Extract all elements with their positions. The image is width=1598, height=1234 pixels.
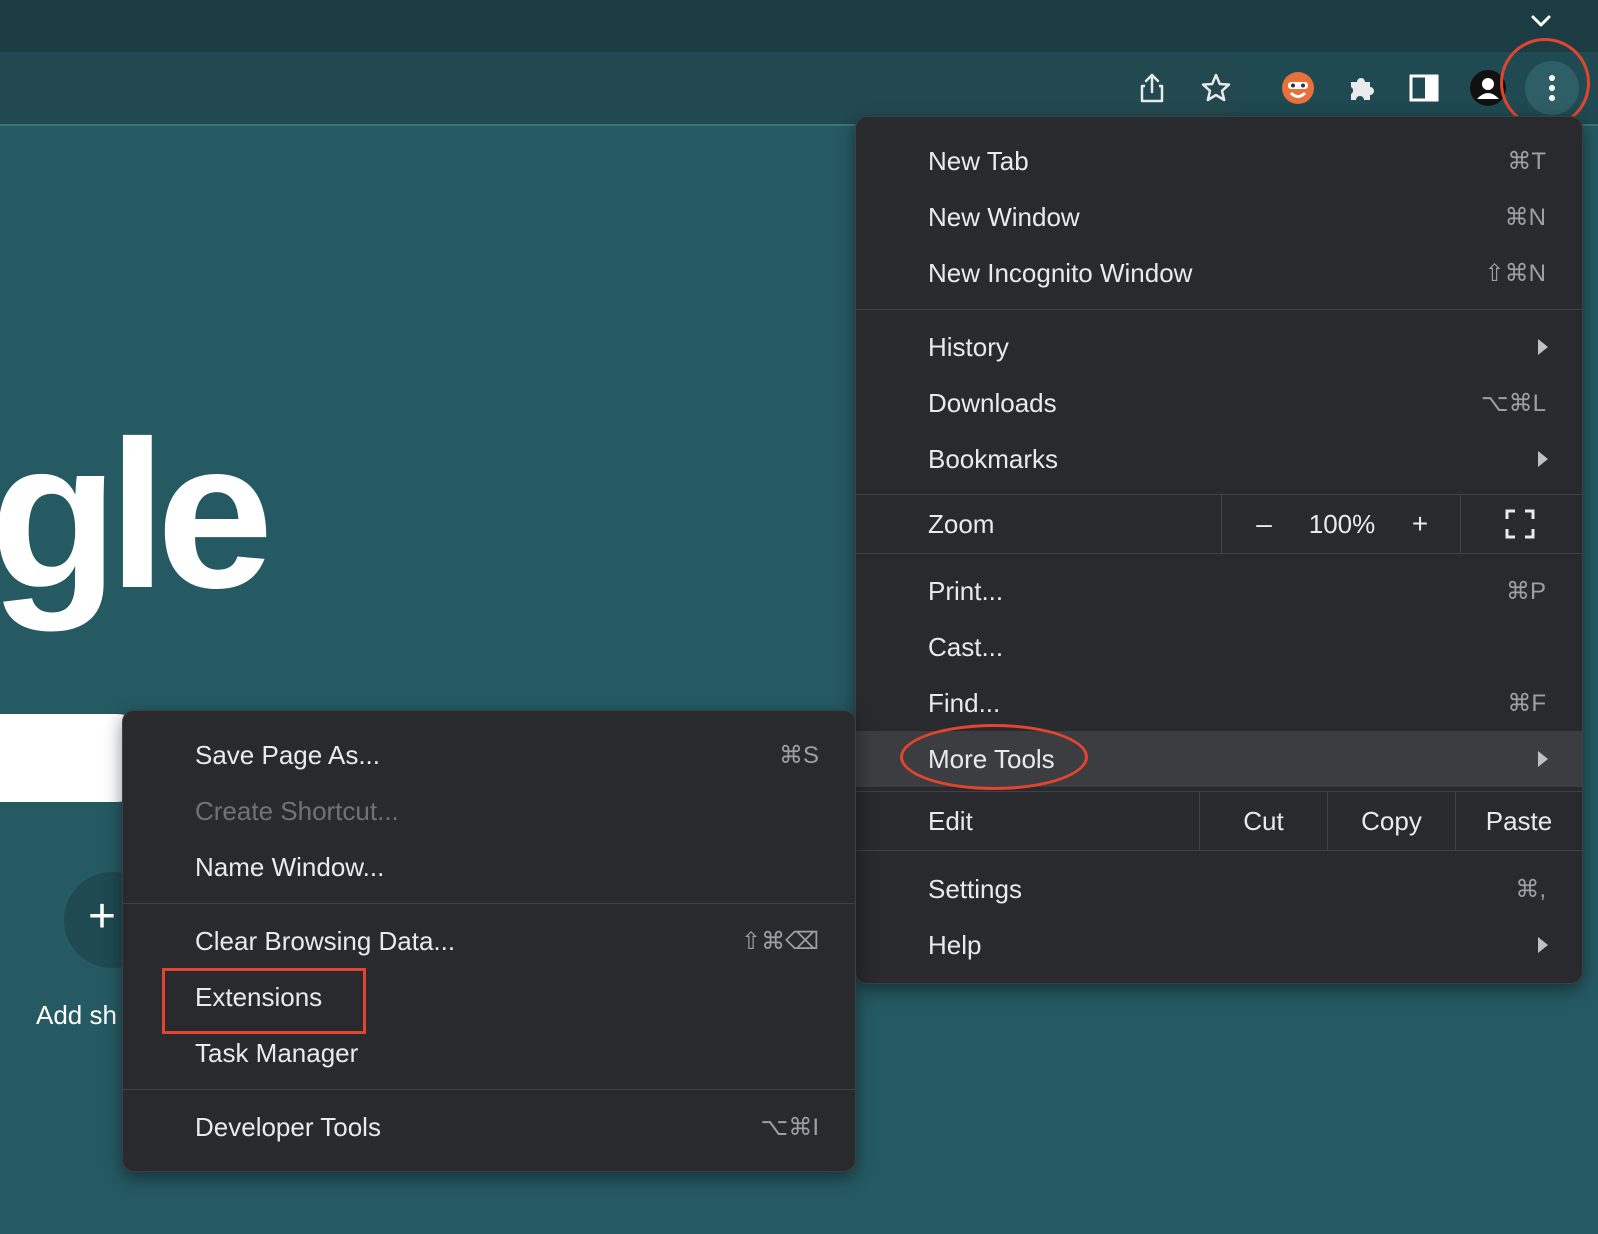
submenu-arrow-icon: [1538, 339, 1548, 355]
copy-button[interactable]: Copy: [1328, 792, 1455, 850]
menu-item-label: Cast...: [928, 631, 1004, 662]
menu-separator: [123, 1089, 855, 1090]
menu-item-shortcut: ⇧⌘N: [1484, 259, 1546, 287]
menu-item-label: Find...: [928, 687, 1001, 718]
menu-separator: [123, 903, 855, 904]
menu-item-label: Task Manager: [195, 1037, 359, 1068]
menu-item-extensions[interactable]: Extensions: [123, 969, 855, 1025]
submenu-arrow-icon: [1538, 751, 1548, 767]
puzzle-icon[interactable]: [1342, 68, 1382, 108]
zoom-divider: [1221, 495, 1222, 553]
zoom-level: 100%: [1308, 508, 1376, 539]
menu-item-label: Create Shortcut...: [195, 795, 399, 826]
menu-item-label: Downloads: [928, 387, 1057, 418]
zoom-label: Zoom: [928, 509, 995, 539]
menu-item-bookmarks[interactable]: Bookmarks: [856, 431, 1582, 487]
menu-item-label: New Incognito Window: [928, 257, 1193, 288]
submenu-arrow-icon: [1538, 937, 1548, 953]
menu-item-label: Developer Tools: [195, 1111, 381, 1142]
menu-item-label: Save Page As...: [195, 739, 381, 770]
menu-item-label: More Tools: [928, 743, 1055, 774]
menu-item-print[interactable]: Print... ⌘P: [856, 563, 1582, 619]
submenu-arrow-icon: [1538, 451, 1548, 467]
menu-item-label: Print...: [928, 575, 1004, 606]
menu-item-label: History: [928, 331, 1009, 362]
menu-item-new-tab[interactable]: New Tab ⌘T: [856, 133, 1582, 189]
zoom-row: Zoom – 100% +: [856, 495, 1582, 553]
zoom-in-button[interactable]: +: [1392, 505, 1448, 543]
menu-item-task-manager[interactable]: Task Manager: [123, 1025, 855, 1081]
browser-toolbar: [0, 52, 1598, 126]
menu-item-new-incognito-window[interactable]: New Incognito Window ⇧⌘N: [856, 245, 1582, 301]
zoom-divider: [1460, 495, 1461, 553]
menu-item-more-tools[interactable]: More Tools: [856, 731, 1582, 787]
menu-item-shortcut: ⌘N: [1504, 203, 1546, 231]
profile-icon[interactable]: [1468, 68, 1508, 108]
menu-item-shortcut: ⌥⌘I: [760, 1113, 819, 1141]
menu-item-label: New Tab: [928, 145, 1029, 176]
menu-item-downloads[interactable]: Downloads ⌥⌘L: [856, 375, 1582, 431]
menu-item-shortcut: ⌘T: [1507, 147, 1546, 175]
kebab-menu-icon[interactable]: [1525, 61, 1579, 115]
menu-item-label: New Window: [928, 201, 1080, 232]
menu-item-shortcut: ⌥⌘L: [1480, 389, 1546, 417]
menu-item-developer-tools[interactable]: Developer Tools ⌥⌘I: [123, 1099, 855, 1155]
menu-item-label: Name Window...: [195, 851, 385, 882]
menu-item-history[interactable]: History: [856, 319, 1582, 375]
menu-item-new-window[interactable]: New Window ⌘N: [856, 189, 1582, 245]
menu-item-name-window[interactable]: Name Window...: [123, 839, 855, 895]
chrome-main-menu: New Tab ⌘T New Window ⌘N New Incognito W…: [855, 116, 1583, 984]
google-logo-fragment: gle: [0, 397, 273, 632]
cut-button[interactable]: Cut: [1200, 792, 1327, 850]
menu-separator: [856, 309, 1582, 310]
add-shortcut-label: Add sh: [36, 1000, 117, 1030]
menu-item-shortcut: ⌘,: [1515, 875, 1546, 903]
menu-separator: [856, 553, 1582, 554]
menu-item-label: Help: [928, 929, 982, 960]
menu-item-create-shortcut: Create Shortcut...: [123, 783, 855, 839]
star-icon[interactable]: [1196, 68, 1236, 108]
omnibox[interactable]: [0, 60, 1252, 116]
paste-button[interactable]: Paste: [1456, 792, 1582, 850]
menu-item-settings[interactable]: Settings ⌘,: [856, 861, 1582, 917]
menu-item-cast[interactable]: Cast...: [856, 619, 1582, 675]
extension-avatar-icon[interactable]: [1278, 68, 1318, 108]
menu-item-label: Clear Browsing Data...: [195, 925, 456, 956]
menu-item-label: Extensions: [195, 981, 323, 1012]
menu-item-save-page-as[interactable]: Save Page As... ⌘S: [123, 727, 855, 783]
side-panel-icon[interactable]: [1404, 68, 1444, 108]
edit-row: Edit Cut Copy Paste: [856, 792, 1582, 850]
menu-item-clear-browsing-data[interactable]: Clear Browsing Data... ⇧⌘⌫: [123, 913, 855, 969]
edit-label: Edit: [928, 806, 973, 836]
menu-separator: [856, 850, 1582, 851]
menu-item-shortcut: ⌘F: [1507, 689, 1546, 717]
more-tools-submenu: Save Page As... ⌘S Create Shortcut... Na…: [122, 710, 856, 1172]
fullscreen-icon[interactable]: [1496, 505, 1544, 543]
chevron-down-icon[interactable]: [1530, 10, 1552, 32]
menu-item-shortcut: ⌘S: [778, 741, 819, 769]
share-icon[interactable]: [1132, 68, 1172, 108]
menu-item-find[interactable]: Find... ⌘F: [856, 675, 1582, 731]
plus-icon: +: [88, 890, 117, 943]
menu-item-label: Bookmarks: [928, 443, 1059, 474]
menu-item-shortcut: ⌘P: [1505, 577, 1546, 605]
zoom-out-button[interactable]: –: [1236, 505, 1292, 543]
tab-strip: [0, 0, 1598, 52]
menu-item-help[interactable]: Help: [856, 917, 1582, 973]
menu-item-label: Settings: [928, 873, 1022, 904]
menu-item-shortcut: ⇧⌘⌫: [740, 927, 819, 955]
